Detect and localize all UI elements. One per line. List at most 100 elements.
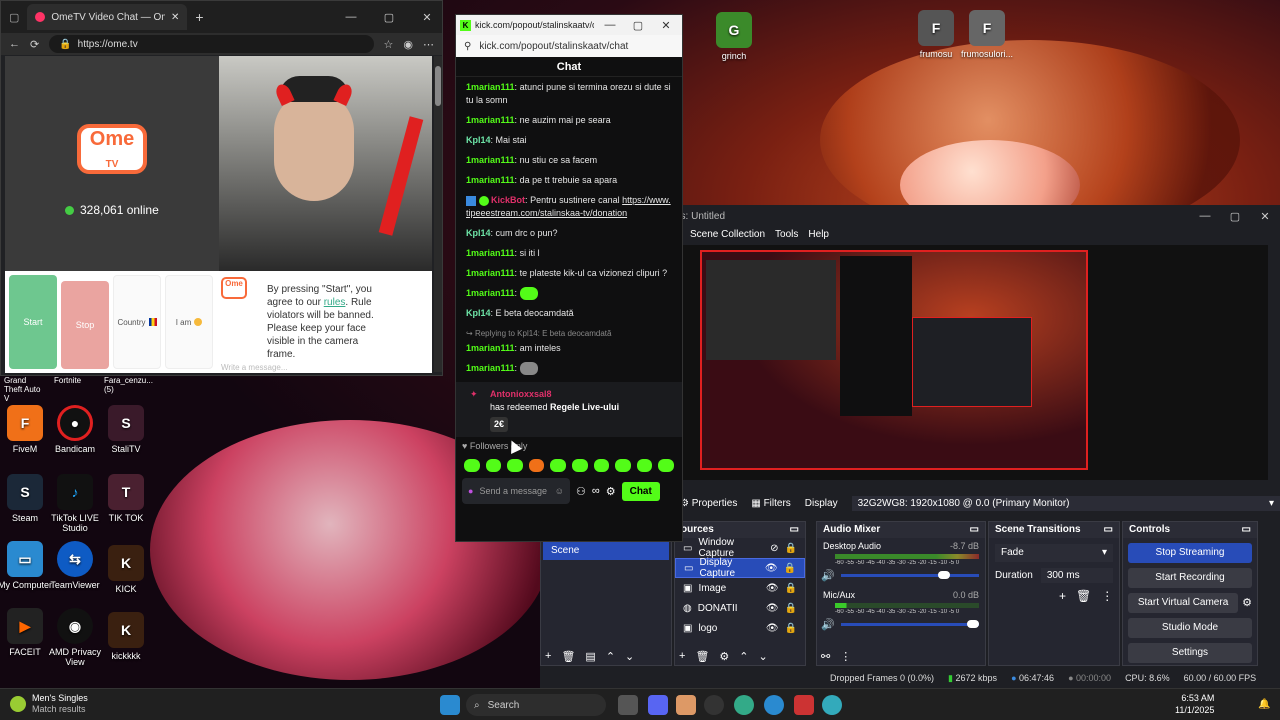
infinity-icon[interactable]: ∞ xyxy=(592,485,600,497)
eye-icon[interactable]: 👁 xyxy=(766,583,779,594)
desktop-icon-kickkkk[interactable]: Kkickkkk xyxy=(96,612,156,661)
back-icon[interactable]: ← xyxy=(9,38,20,50)
emote-icon[interactable] xyxy=(528,459,545,472)
chat-username[interactable]: 1marian111 xyxy=(466,268,515,278)
add-icon[interactable]: + xyxy=(679,650,685,663)
chat-username[interactable]: 1marian111 xyxy=(466,175,515,185)
more-icon[interactable]: ⋯ xyxy=(423,38,434,51)
app-icon[interactable] xyxy=(794,695,814,715)
menu-scene-collection[interactable]: Scene Collection xyxy=(690,229,765,240)
eye-icon[interactable]: 👁 xyxy=(766,623,779,634)
lock-icon[interactable]: 🔒 xyxy=(785,603,797,614)
minimize-icon[interactable]: — xyxy=(1190,210,1220,222)
start-recording-button[interactable]: Start Recording xyxy=(1128,568,1252,588)
source-item[interactable]: ▭ Window Capture ⊘ 🔒 xyxy=(675,537,805,559)
desktop-icon-stalitv[interactable]: S StaliTV xyxy=(96,405,156,454)
minimize-icon[interactable]: — xyxy=(336,11,366,23)
site-info-icon[interactable]: ⚲ xyxy=(464,41,471,52)
new-tab-icon[interactable]: + xyxy=(195,9,203,25)
chrome-icon[interactable] xyxy=(734,695,754,715)
emote-icon[interactable] xyxy=(507,459,523,472)
users-icon[interactable]: ⚇ xyxy=(576,485,586,498)
send-message-input[interactable]: ● Send a message ☺ xyxy=(462,478,570,504)
obs-taskbar-icon[interactable] xyxy=(704,695,724,715)
mic-icon[interactable]: ● xyxy=(468,486,473,496)
desktop-icon-frumosulori[interactable]: Ffrumosulori... xyxy=(957,10,1017,59)
discord-icon[interactable] xyxy=(648,695,668,715)
eye-icon[interactable]: 👁 xyxy=(766,603,779,614)
close-tab-icon[interactable]: ✕ xyxy=(171,12,179,23)
chat-username[interactable]: Kpl14 xyxy=(466,308,491,318)
menu-help[interactable]: Help xyxy=(808,229,829,240)
edge-icon[interactable] xyxy=(822,695,842,715)
country-button[interactable]: Country xyxy=(113,275,161,369)
up-icon[interactable]: ⌃ xyxy=(606,650,615,663)
chat-username[interactable]: 1marian111 xyxy=(466,343,515,353)
speaker-icon[interactable]: 🔊 xyxy=(821,569,835,582)
desktop-volume-slider[interactable] xyxy=(840,571,979,579)
lock-icon[interactable]: 🔒 xyxy=(785,623,797,634)
chat-username[interactable]: 1marian111 xyxy=(466,82,515,92)
more-vertical-icon[interactable]: ⋮ xyxy=(840,650,851,663)
browser-menu-icon[interactable]: ▢ xyxy=(9,11,19,24)
menu-tools[interactable]: Tools xyxy=(775,229,798,240)
chat-username[interactable]: KickBot xyxy=(491,195,525,205)
trash-icon[interactable]: 🗑 xyxy=(561,650,575,663)
lock-icon[interactable]: 🔒 xyxy=(784,563,796,574)
add-icon[interactable]: + xyxy=(545,650,551,663)
emote-icon[interactable] xyxy=(658,459,674,472)
link-icon[interactable]: ⚯ xyxy=(821,650,830,663)
display-select[interactable]: 32G2WG8: 1920x1080 @ 0.0 (Primary Monito… xyxy=(851,495,1280,511)
clock[interactable]: 6:53 AM 11/1/2025 xyxy=(1175,692,1214,716)
hidden-eye-icon[interactable]: ⊘ xyxy=(770,543,778,554)
gear-icon[interactable]: ⚙ xyxy=(606,485,616,498)
desktop-icon-grinch[interactable]: Ggrinch xyxy=(704,12,764,61)
duration-input[interactable]: 300 ms xyxy=(1040,568,1113,583)
start-menu-icon[interactable] xyxy=(440,695,460,715)
trash-icon[interactable]: 🗑 xyxy=(695,650,709,663)
task-view-icon[interactable] xyxy=(618,695,638,715)
chat-username[interactable]: 1marian111 xyxy=(466,288,515,298)
lock-icon[interactable]: 🔒 xyxy=(785,583,797,594)
down-icon[interactable]: ⌄ xyxy=(759,650,768,663)
redeem-username[interactable]: Antonioxxsal8 xyxy=(490,388,672,401)
start-virtual-camera-button[interactable]: Start Virtual Camera xyxy=(1128,593,1239,613)
source-item[interactable]: ▣ logo 👁 🔒 xyxy=(675,618,805,638)
chat-username[interactable]: Kpl14 xyxy=(466,135,491,145)
filter-icon[interactable]: ▤ xyxy=(585,650,595,663)
start-button[interactable]: Start xyxy=(9,275,57,369)
scene-item[interactable]: Scene xyxy=(543,540,669,560)
eye-icon[interactable]: 👁 xyxy=(765,563,778,574)
source-item[interactable]: ▣ Image 👁 🔒 xyxy=(675,578,805,598)
source-item[interactable]: ▭ Display Capture 👁 🔒 xyxy=(675,557,805,579)
trash-icon[interactable]: 🗑 xyxy=(1076,589,1091,603)
up-icon[interactable]: ⌃ xyxy=(739,650,748,663)
gender-button[interactable]: I am xyxy=(165,275,213,369)
panel-menu-icon[interactable]: ▭ xyxy=(1242,524,1251,536)
settings-button[interactable]: Settings xyxy=(1128,643,1252,663)
panel-menu-icon[interactable]: ▭ xyxy=(790,524,799,536)
emote-icon[interactable] xyxy=(615,459,631,472)
edge-icon[interactable] xyxy=(764,695,784,715)
panel-menu-icon[interactable]: ▭ xyxy=(1104,524,1113,536)
close-window-icon[interactable]: ✕ xyxy=(412,11,442,24)
chat-username[interactable]: 1marian111 xyxy=(466,155,515,165)
close-window-icon[interactable]: ✕ xyxy=(654,19,678,32)
desktop-icon-tiktok[interactable]: T TIK TOK xyxy=(96,474,156,523)
maximize-icon[interactable]: ▢ xyxy=(1220,210,1250,223)
rules-link[interactable]: rules xyxy=(324,297,346,308)
more-vertical-icon[interactable]: ⋮ xyxy=(1101,589,1113,603)
chat-send-button[interactable]: Chat xyxy=(621,481,660,501)
filters-button[interactable]: ▦ Filters xyxy=(751,498,790,509)
favorite-icon[interactable]: ☆ xyxy=(384,38,394,51)
chat-username[interactable]: 1marian111 xyxy=(466,115,515,125)
stop-button[interactable]: Stop xyxy=(61,281,109,369)
chat-username[interactable]: 1marian111 xyxy=(466,248,515,258)
minimize-icon[interactable]: — xyxy=(598,19,622,31)
message-input[interactable]: Write a message... xyxy=(221,363,421,373)
emote-icon[interactable] xyxy=(636,459,653,472)
emote-icon[interactable] xyxy=(593,459,610,472)
speaker-icon[interactable]: 🔊 xyxy=(821,618,835,631)
emote-icon[interactable] xyxy=(485,459,502,472)
notification-icon[interactable]: 🔔 xyxy=(1258,699,1270,710)
